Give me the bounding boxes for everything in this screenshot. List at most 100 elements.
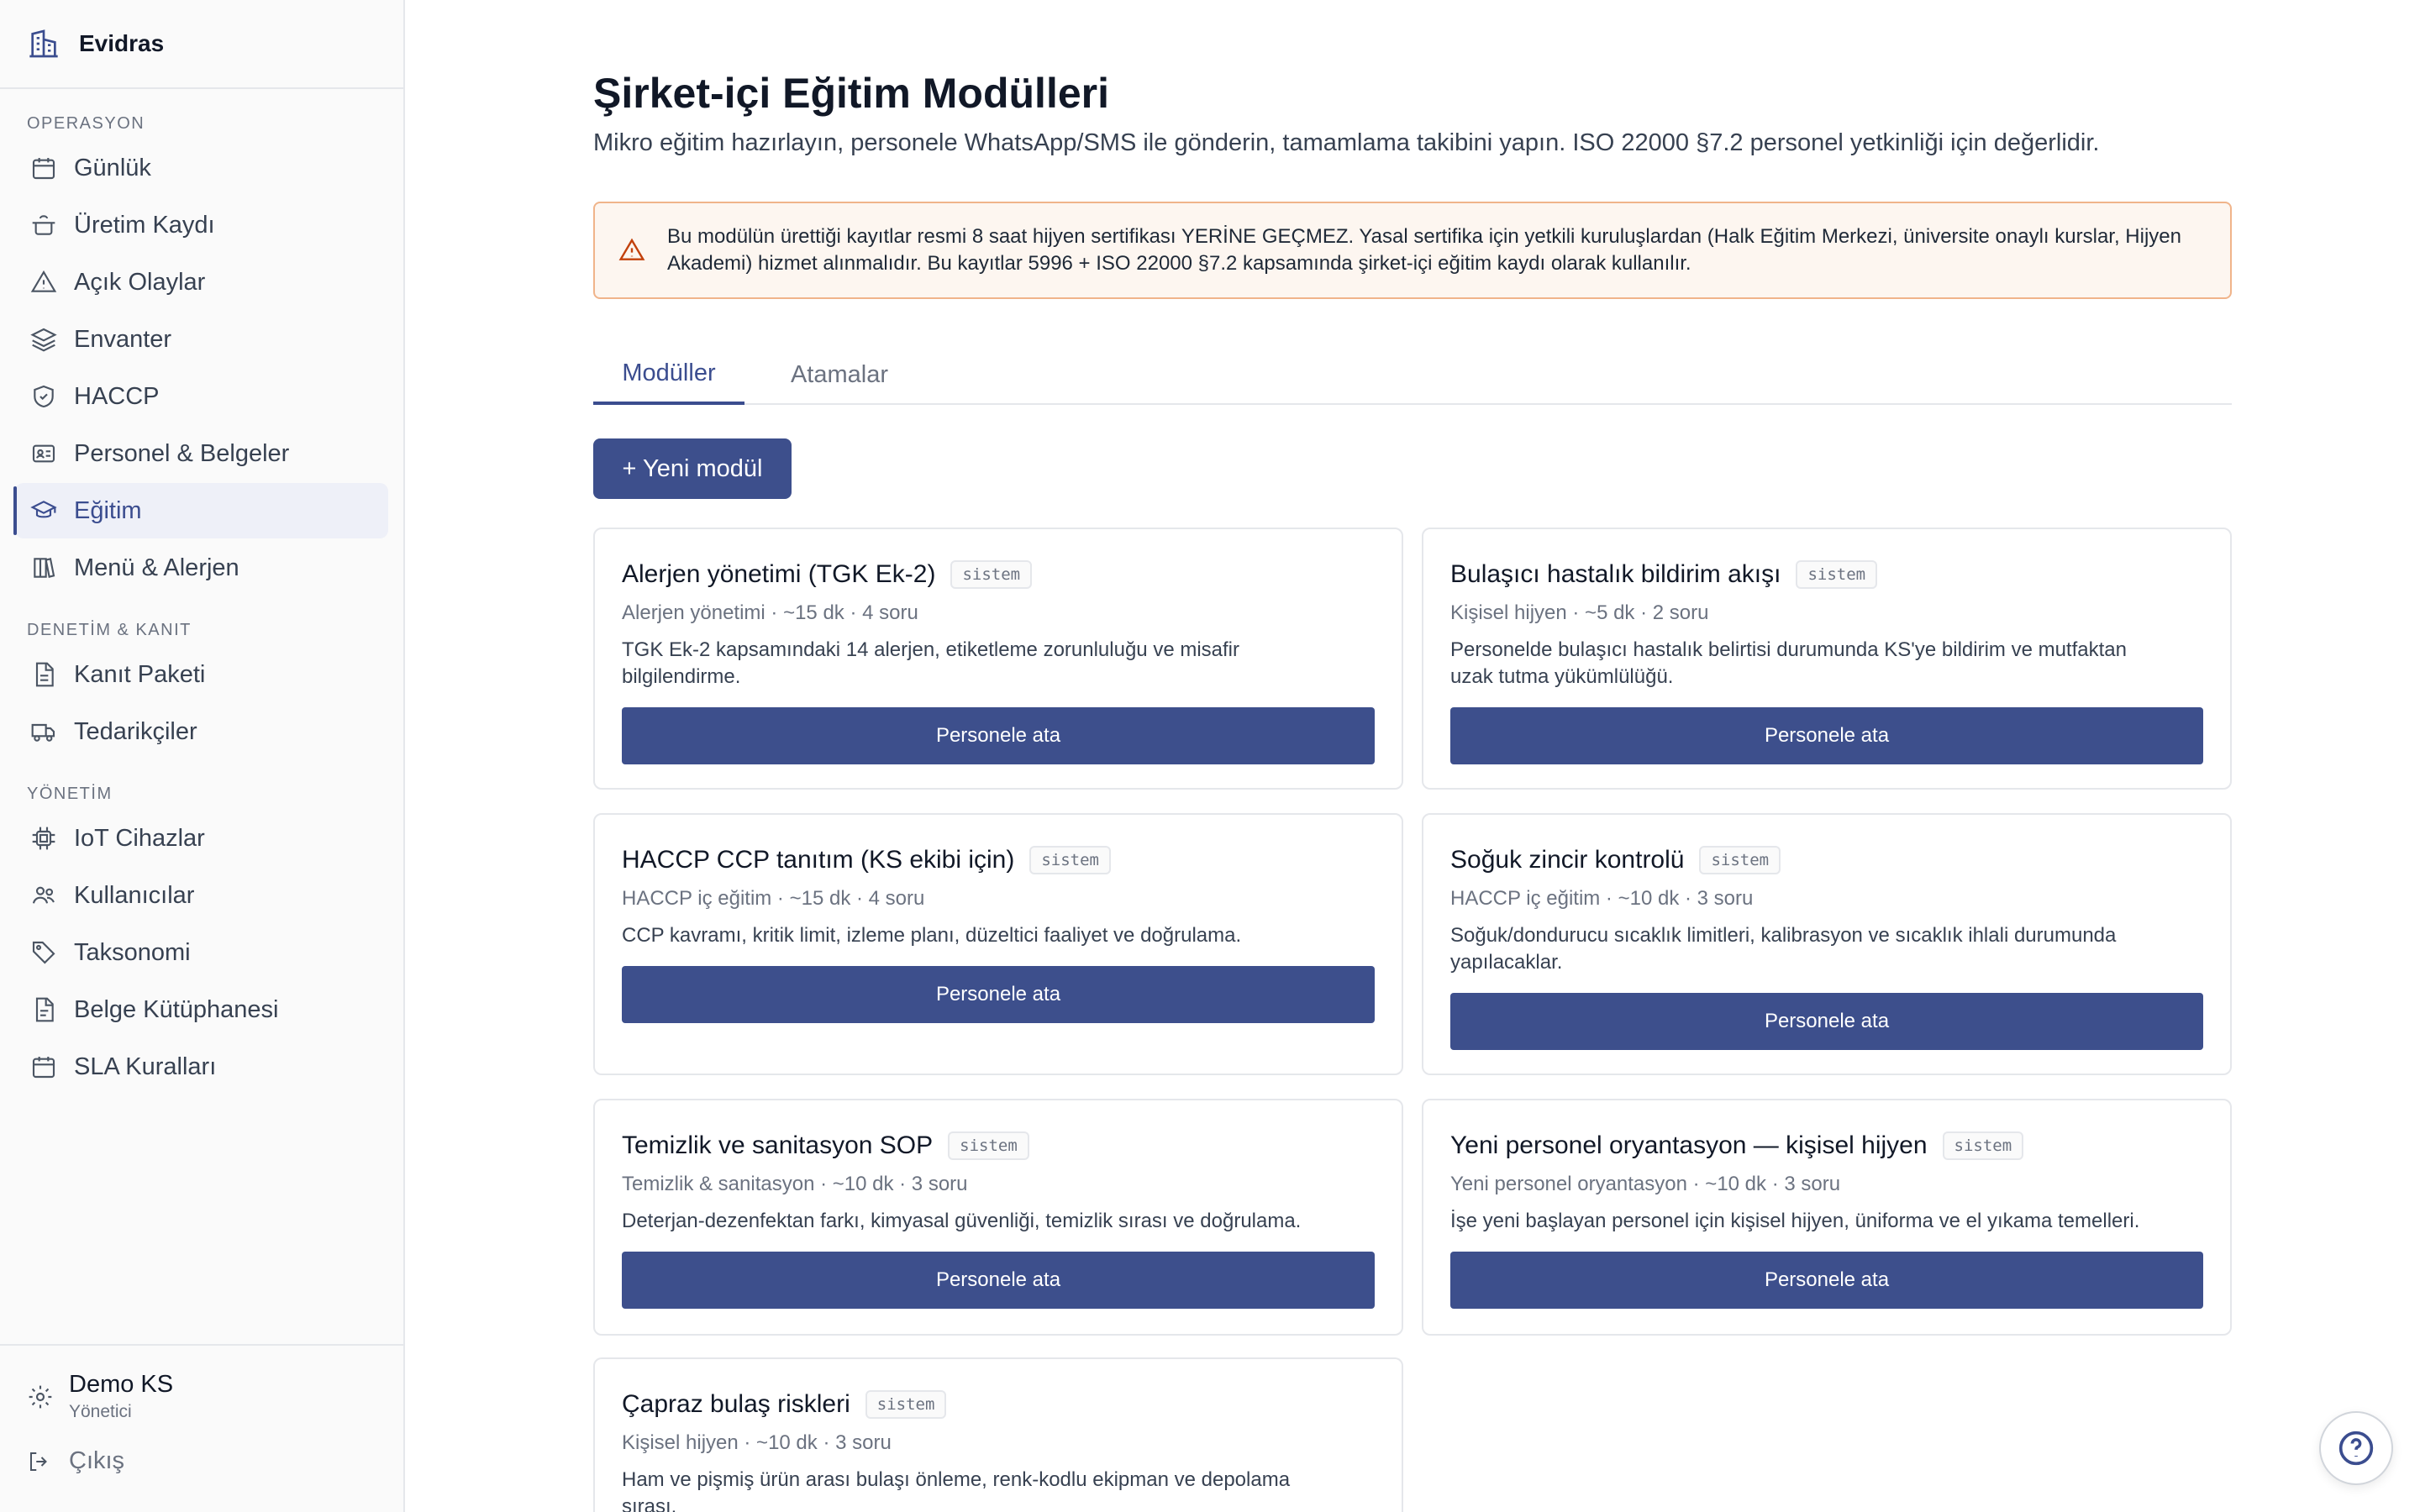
- module-description: Personelde bulaşıcı hastalık belirtisi d…: [1450, 638, 2127, 688]
- section-label-yonetim: YÖNETİM: [27, 785, 113, 803]
- sidebar: Evidras OPERASYON Günlük Üretim Kaydı Aç…: [0, 0, 405, 1512]
- user-name: Demo KS: [69, 1371, 174, 1398]
- module-title: Temizlik ve sanitasyon SOP: [622, 1131, 934, 1159]
- module-description: İşe yeni başlayan personel için kişisel …: [1450, 1210, 2140, 1232]
- system-badge: sistem: [1796, 560, 1878, 589]
- tab-moduller[interactable]: Modüller: [593, 344, 744, 405]
- sidebar-item-label: Kullanıcılar: [74, 881, 195, 909]
- brand-name: Evidras: [79, 30, 165, 56]
- sidebar-item-belge-kutuphanesi[interactable]: Belge Kütüphanesi: [15, 982, 388, 1037]
- page-subtitle: Mikro eğitim hazırlayın, personele Whats…: [593, 129, 2100, 156]
- sidebar-item-haccp[interactable]: HACCP: [15, 369, 388, 424]
- sidebar-item-menu-alerjen[interactable]: Menü & Alerjen: [15, 540, 388, 596]
- sidebar-item-label: Açık Olaylar: [74, 268, 206, 296]
- building-icon: [29, 29, 58, 58]
- main-content: Şirket-içi Eğitim Modülleri Mikro eğitim…: [593, 0, 2232, 1512]
- system-badge: sistem: [1029, 846, 1111, 874]
- module-title: Yeni personel oryantasyon — kişisel hijy…: [1450, 1131, 1928, 1159]
- sidebar-item-acik-olaylar[interactable]: Açık Olaylar: [15, 255, 388, 310]
- assign-button[interactable]: Personele ata: [622, 966, 1375, 1023]
- sidebar-item-kanit-paketi[interactable]: Kanıt Paketi: [15, 647, 388, 702]
- assign-button[interactable]: Personele ata: [622, 707, 1375, 764]
- module-meta: Temizlik & sanitasyon · ~10 dk · 3 soru: [622, 1173, 968, 1195]
- assign-button[interactable]: Personele ata: [1450, 993, 2203, 1050]
- module-meta: Yeni personel oryantasyon · ~10 dk · 3 s…: [1450, 1173, 1841, 1195]
- sidebar-item-envanter[interactable]: Envanter: [15, 312, 388, 367]
- user-profile[interactable]: Demo KS Yönetici: [0, 1346, 403, 1422]
- system-badge: sistem: [865, 1390, 947, 1419]
- warning-banner: Bu modülün ürettiği kayıtlar resmi 8 saa…: [593, 202, 2232, 299]
- shield-check-icon: [34, 385, 54, 408]
- module-card: Alerjen yönetimi (TGK Ek-2) sistem Alerj…: [593, 528, 1403, 790]
- module-description: CCP kavramı, kritik limit, izleme planı,…: [622, 924, 1242, 947]
- module-card: HACCP CCP tanıtım (KS ekibi için) sistem…: [593, 813, 1403, 1075]
- sidebar-item-tedarikciler[interactable]: Tedarikçiler: [15, 704, 388, 759]
- help-button[interactable]: [2319, 1411, 2393, 1485]
- tag-icon: [32, 941, 55, 964]
- new-module-button[interactable]: + Yeni modül: [593, 438, 792, 499]
- system-badge: sistem: [1699, 846, 1781, 874]
- warning-text: Bu modülün ürettiği kayıtlar resmi 8 saa…: [667, 225, 2181, 275]
- sidebar-item-label: Personel & Belgeler: [74, 439, 290, 467]
- sidebar-item-label: Kanıt Paketi: [74, 660, 206, 688]
- sidebar-item-label: Envanter: [74, 325, 172, 353]
- sidebar-item-iot-cihazlar[interactable]: IoT Cihazlar: [15, 811, 388, 866]
- system-badge: sistem: [948, 1131, 1029, 1160]
- user-role: Yönetici: [69, 1402, 132, 1421]
- module-title: Bulaşıcı hastalık bildirim akışı: [1450, 560, 1781, 588]
- module-description: Deterjan-dezenfektan farkı, kimyasal güv…: [622, 1210, 1302, 1232]
- assign-button[interactable]: Personele ata: [1450, 1252, 2203, 1309]
- gear-icon: [29, 1385, 52, 1408]
- sidebar-item-label: Belge Kütüphanesi: [74, 995, 279, 1023]
- sidebar-item-label: HACCP: [74, 382, 160, 410]
- system-badge: sistem: [1942, 1131, 2024, 1160]
- module-description: TGK Ek-2 kapsamındaki 14 alerjen, etiket…: [622, 638, 1239, 688]
- logout-label: Çıkış: [69, 1447, 125, 1474]
- calendar-icon: [32, 1057, 55, 1079]
- tab-atamalar[interactable]: Atamalar: [760, 344, 919, 405]
- sidebar-item-personel-belgeler[interactable]: Personel & Belgeler: [15, 426, 388, 481]
- sidebar-item-label: SLA Kuralları: [74, 1053, 217, 1080]
- module-card: Bulaşıcı hastalık bildirim akışı sistem …: [1422, 528, 2232, 790]
- assign-button[interactable]: Personele ata: [1450, 707, 2203, 764]
- assign-button[interactable]: Personele ata: [622, 1252, 1375, 1309]
- sidebar-item-uretim-kaydi[interactable]: Üretim Kaydı: [15, 197, 388, 253]
- sidebar-item-label: Tedarikçiler: [74, 717, 197, 745]
- file-text-icon: [35, 662, 54, 687]
- page-title: Şirket-içi Eğitim Modülleri: [593, 70, 1109, 117]
- brand[interactable]: Evidras: [0, 0, 403, 89]
- module-title: Çapraz bulaş riskleri: [622, 1390, 850, 1418]
- warning-triangle-icon: [618, 238, 645, 260]
- module-card: Soğuk zincir kontrolü sistem HACCP iç eğ…: [1422, 813, 2232, 1075]
- sidebar-item-label: Üretim Kaydı: [74, 211, 215, 239]
- module-meta: Kişisel hijyen · ~10 dk · 3 soru: [622, 1431, 892, 1454]
- sidebar-item-kullanicilar[interactable]: Kullanıcılar: [15, 868, 388, 923]
- sidebar-item-taksonomi[interactable]: Taksonomi: [15, 925, 388, 980]
- sidebar-item-egitim[interactable]: Eğitim: [13, 483, 388, 538]
- tab-bar: Modüller Atamalar: [593, 344, 2232, 405]
- sidebar-item-label: Taksonomi: [74, 938, 191, 966]
- section-label-denetim: DENETİM & KANIT: [27, 621, 192, 639]
- book-icon: [34, 558, 55, 578]
- users-icon: [32, 886, 55, 904]
- module-title: Soğuk zincir kontrolü: [1450, 846, 1685, 874]
- sidebar-item-sla-kurallari[interactable]: SLA Kuralları: [15, 1039, 388, 1095]
- module-meta: Alerjen yönetimi · ~15 dk · 4 soru: [622, 601, 918, 624]
- sidebar-item-label: Eğitim: [74, 496, 142, 524]
- help-circle-icon: [2338, 1431, 2374, 1466]
- module-meta: HACCP iç eğitim · ~10 dk · 3 soru: [1450, 887, 1754, 910]
- graduation-cap-icon: [30, 501, 57, 518]
- logout-icon: [30, 1452, 47, 1471]
- module-description: Soğuk/dondurucu sıcaklık limitleri, kali…: [1450, 924, 2117, 974]
- sidebar-footer: Demo KS Yönetici Çıkış: [0, 1344, 403, 1512]
- sidebar-item-label: Günlük: [74, 154, 151, 181]
- cooking-pot-icon: [32, 215, 55, 235]
- sidebar-item-gunluk[interactable]: Günlük: [15, 140, 388, 196]
- system-badge: sistem: [950, 560, 1033, 589]
- logout-button[interactable]: Çıkış: [0, 1422, 403, 1475]
- module-title: Alerjen yönetimi (TGK Ek-2): [622, 560, 936, 588]
- truck-icon: [31, 723, 55, 742]
- module-meta: Kişisel hijyen · ~5 dk · 2 soru: [1450, 601, 1709, 624]
- sidebar-item-label: Menü & Alerjen: [74, 554, 239, 581]
- id-card-icon: [32, 444, 55, 463]
